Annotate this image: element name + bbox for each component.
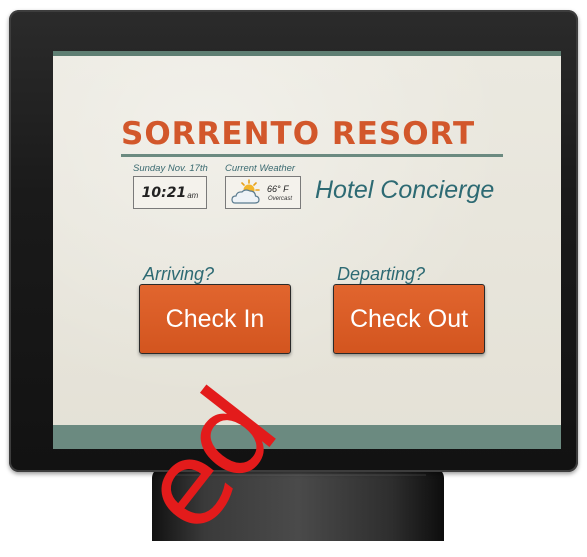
weather-widget: 66° F Overcast [225,176,301,209]
arriving-prompt: Arriving? [143,264,215,284]
brand-divider [121,154,503,157]
brand-title: SORRENTO RESORT [121,116,476,152]
clock-widget: 10:21 am [133,176,207,209]
kiosk-monitor: SORRENTO RESORT Sunday Nov. 17th 10:21 a… [9,10,578,472]
clock-time: 10:21 [141,184,187,201]
check-out-button[interactable]: Check Out [333,284,485,354]
partly-cloudy-icon [231,179,260,204]
temperature: 66° F [267,184,289,194]
clock-ampm: am [187,190,199,200]
departing-prompt: Departing? [337,264,426,284]
check-in-button[interactable]: Check In [139,284,291,354]
concierge-title: Hotel Concierge [315,176,495,204]
screen-footer-bar [53,425,561,449]
weather-label: Current Weather [225,163,296,174]
kiosk-screen: SORRENTO RESORT Sunday Nov. 17th 10:21 a… [53,51,561,449]
weather-condition: Overcast [268,196,293,202]
date-label: Sunday Nov. 17th [133,163,208,174]
